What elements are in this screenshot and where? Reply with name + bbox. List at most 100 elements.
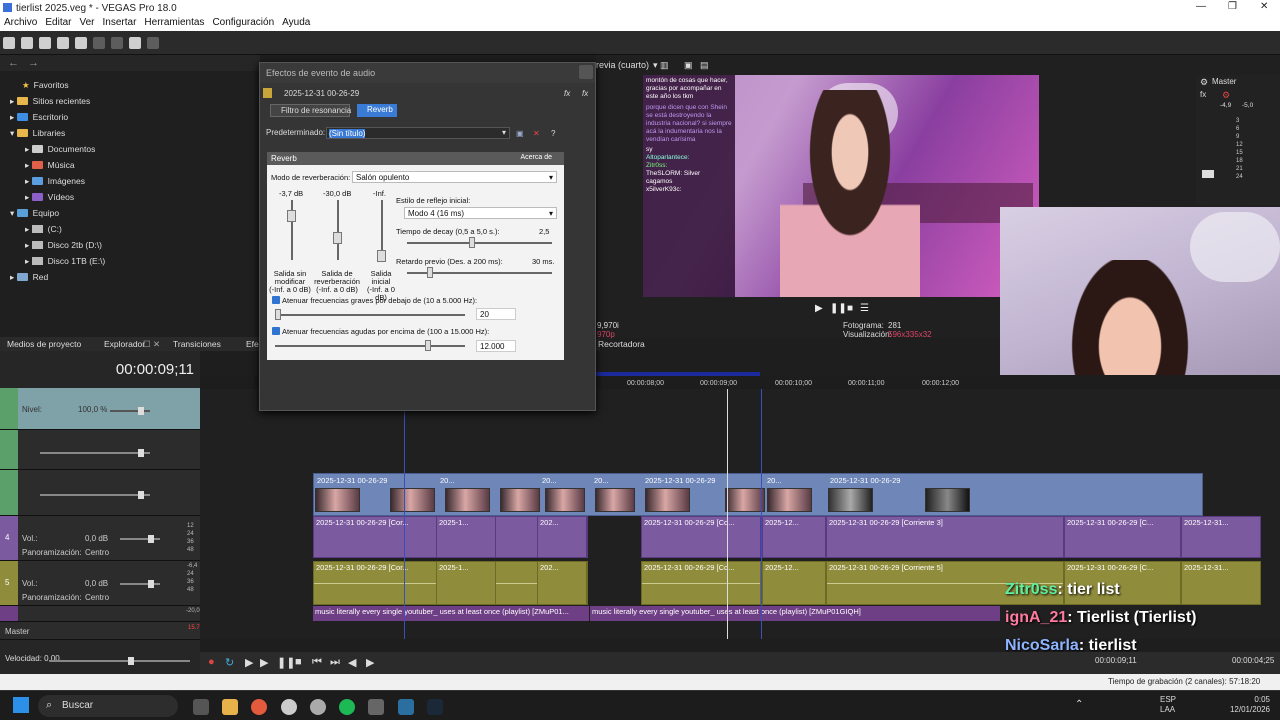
audio-clip[interactable]: 2025-1...: [436, 516, 496, 558]
level-slider[interactable]: [110, 407, 150, 415]
track-2-header[interactable]: [0, 430, 200, 470]
delete-preset-icon[interactable]: ✕: [533, 129, 540, 138]
reflect-select[interactable]: Modo 4 (16 ms) ▾: [404, 207, 557, 219]
copy-frame-icon[interactable]: ▣: [684, 60, 693, 71]
help-icon[interactable]: ?: [551, 129, 555, 138]
fx-chain-icon[interactable]: fx: [582, 89, 588, 98]
tree-red[interactable]: ▸ Red: [10, 272, 48, 283]
low-cut-slider[interactable]: [275, 309, 465, 320]
tree-drive-d[interactable]: ▸ Disco 2tb (D:\): [25, 240, 102, 251]
master-track-header[interactable]: Master 15.7: [0, 622, 200, 640]
audio-clip[interactable]: 2025-1...: [436, 561, 496, 605]
forward-icon[interactable]: →: [28, 57, 39, 69]
music-clip[interactable]: music literally every single youtuber_ u…: [590, 606, 1000, 621]
split-icon[interactable]: ▥: [660, 60, 669, 71]
preview-quality-select[interactable]: revia (cuarto): [596, 60, 649, 70]
vol-slider[interactable]: [120, 535, 160, 543]
audio-clip[interactable]: 2025-12-31...: [1181, 516, 1261, 558]
redo-icon[interactable]: [147, 37, 159, 49]
loop-icon[interactable]: ↻: [225, 656, 234, 669]
tab-transiciones[interactable]: Transiciones: [173, 339, 221, 349]
tab-recortadora[interactable]: Recortadora: [598, 339, 645, 349]
menu-insertar[interactable]: Insertar: [99, 16, 141, 29]
high-cut-slider[interactable]: [275, 340, 465, 351]
chrome-icon[interactable]: [251, 699, 267, 715]
app-icon[interactable]: [368, 699, 384, 715]
audio-clip[interactable]: 2025-12-31 00-26-29 [C...: [1064, 516, 1181, 558]
decay-slider[interactable]: [407, 237, 552, 248]
high-cut-checkbox[interactable]: [272, 327, 280, 335]
tab-medios-de-proyecto[interactable]: Medios de proyecto: [7, 339, 81, 349]
reverb-out-fader[interactable]: [333, 200, 342, 260]
tree-equipo[interactable]: ▾ Equipo: [10, 208, 59, 219]
stop-icon[interactable]: ■: [847, 303, 853, 314]
tree-favoritos[interactable]: ★ Favoritos: [22, 80, 69, 91]
spotify-icon[interactable]: [339, 699, 355, 715]
properties-icon[interactable]: [75, 37, 87, 49]
tab-close-icon[interactable]: ☐ ✕: [143, 339, 160, 350]
dialog-close-icon[interactable]: [579, 65, 593, 79]
save-icon[interactable]: [39, 37, 51, 49]
tree-imagenes[interactable]: ▸ Imágenes: [25, 176, 85, 187]
chain-reverb[interactable]: Reverb: [357, 104, 397, 117]
predelay-slider[interactable]: [407, 267, 552, 278]
about-link[interactable]: Acerca de: [520, 154, 552, 161]
mode-select[interactable]: Salón opulento ▾: [352, 171, 557, 183]
audio-clip[interactable]: 2025-12-31 00-26-29 [Co...: [641, 561, 761, 605]
taskbar-search[interactable]: ⌕ Buscar: [38, 695, 178, 717]
next-frame-icon[interactable]: ▶: [366, 656, 374, 669]
track-5-header[interactable]: 5 Vol.: 0,0 dB Panoramización: Centro -6…: [0, 561, 200, 606]
preset-select[interactable]: (Sin título) ▾: [326, 127, 510, 139]
audio-clip[interactable]: 2025-12...: [762, 561, 826, 605]
track-4-header[interactable]: 4 Vol.: 0,0 dB Panoramización: Centro 12…: [0, 516, 200, 561]
tree-drive-c[interactable]: ▸ (C:): [25, 224, 62, 235]
early-out-fader[interactable]: [377, 200, 386, 262]
vol-slider[interactable]: [120, 580, 160, 588]
go-end-icon[interactable]: ⏭: [330, 656, 340, 669]
speed-slider[interactable]: [50, 657, 190, 665]
track-6-header[interactable]: -20,0: [0, 606, 200, 622]
master-fader[interactable]: [1202, 170, 1214, 178]
tree-drive-e[interactable]: ▸ Disco 1TB (E:\): [25, 256, 105, 267]
play-icon[interactable]: ▶: [260, 656, 268, 669]
tree-libraries[interactable]: ▾ Libraries: [10, 128, 65, 139]
fx-icon[interactable]: fx: [564, 89, 570, 98]
menu-configuracion[interactable]: Configuración: [208, 16, 278, 29]
new-file-icon[interactable]: [3, 37, 15, 49]
chain-filtro-resonancia[interactable]: Filtro de resonancia: [270, 104, 351, 117]
menu-herramientas[interactable]: Herramientas: [140, 16, 208, 29]
dropdown-arrow-icon[interactable]: ▾: [653, 60, 658, 71]
open-icon[interactable]: [21, 37, 33, 49]
file-explorer-icon[interactable]: [222, 699, 238, 715]
stop-icon[interactable]: ■: [295, 656, 302, 668]
audio-clip[interactable]: 2025-12-31 00-26-29 [Corriente 3]: [826, 516, 1064, 558]
tree-sitios-recientes[interactable]: ▸ Sitios recientes: [10, 96, 90, 107]
undo-icon[interactable]: [129, 37, 141, 49]
loop-end-marker[interactable]: [761, 389, 762, 639]
high-cut-value[interactable]: 12.000: [476, 340, 516, 352]
low-cut-value[interactable]: 20: [476, 308, 516, 320]
music-clip[interactable]: music literally every single youtuber_ u…: [313, 606, 589, 621]
tab-explorador[interactable]: Explorador: [104, 339, 145, 349]
play-icon[interactable]: ▶: [815, 303, 823, 314]
language-indicator[interactable]: ESP: [1160, 695, 1176, 704]
tree-escritorio[interactable]: ▸ Escritorio: [10, 112, 68, 123]
master-settings-icon[interactable]: ⚙: [1200, 77, 1208, 88]
audio-clip[interactable]: 2025-12...: [762, 516, 826, 558]
audio-clip[interactable]: 202...: [537, 561, 587, 605]
track-3-slider[interactable]: [40, 491, 150, 499]
settings-icon[interactable]: [310, 699, 326, 715]
vegas-icon[interactable]: [398, 699, 414, 715]
menu-editar[interactable]: Editar: [41, 16, 75, 29]
mute-icon[interactable]: ⚙: [1222, 90, 1230, 101]
maximize-icon[interactable]: ❐: [1228, 1, 1237, 12]
track-3-header[interactable]: [0, 470, 200, 516]
loop-start-marker[interactable]: [404, 389, 405, 639]
pause-icon[interactable]: ❚❚: [277, 656, 295, 669]
playhead[interactable]: [727, 389, 728, 639]
minimize-icon[interactable]: —: [1196, 1, 1206, 12]
close-icon[interactable]: ✕: [1260, 1, 1268, 12]
back-icon[interactable]: ←: [8, 57, 19, 69]
prev-frame-icon[interactable]: ◀: [348, 656, 356, 669]
go-start-icon[interactable]: ⏮: [312, 656, 322, 669]
